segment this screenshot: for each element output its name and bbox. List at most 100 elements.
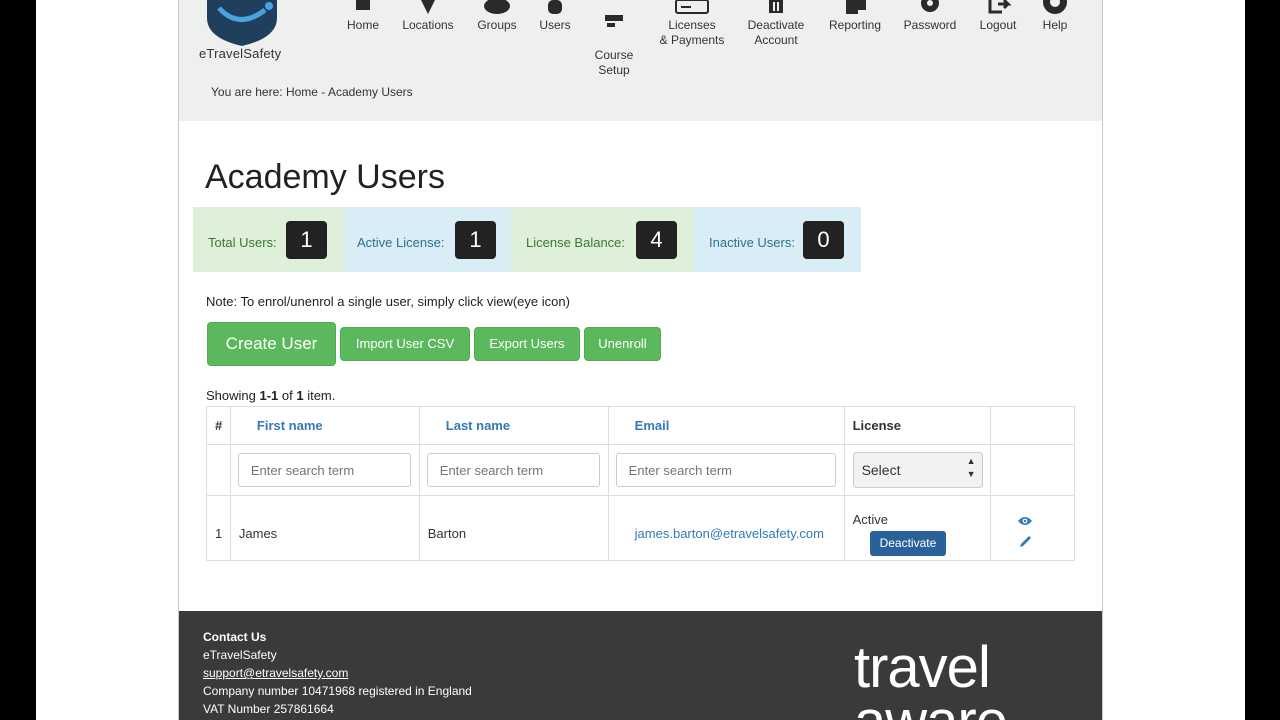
nav-label: Deactivate Account bbox=[747, 18, 805, 47]
nav-label: Logout bbox=[979, 18, 1017, 32]
edit-pencil-icon[interactable] bbox=[1017, 535, 1074, 552]
footer-vat-number: VAT Number 257861664 bbox=[203, 702, 334, 716]
trash-icon bbox=[769, 0, 783, 13]
stat-label: Active License: bbox=[357, 235, 445, 250]
nav-home[interactable]: Home bbox=[345, 0, 381, 33]
sort-email-link[interactable]: Email bbox=[635, 418, 670, 433]
sort-last-name-link[interactable]: Last name bbox=[446, 418, 510, 433]
nav-licenses-payments[interactable]: Licenses & Payments bbox=[657, 0, 727, 48]
nav-logout[interactable]: Logout bbox=[977, 0, 1019, 33]
stat-label: Inactive Users: bbox=[709, 235, 795, 250]
row-actions-cell bbox=[990, 495, 1075, 561]
export-users-button[interactable]: Export Users bbox=[474, 327, 580, 361]
deactivate-button[interactable]: Deactivate bbox=[869, 530, 947, 556]
row-number: 1 bbox=[206, 495, 231, 561]
left-letterbox bbox=[0, 0, 36, 720]
nav-locations[interactable]: Locations bbox=[401, 0, 455, 33]
gear-icon bbox=[921, 0, 939, 12]
summary-prefix: Showing bbox=[206, 388, 260, 403]
row-first-name: James bbox=[229, 495, 420, 561]
nav-deactivate-account[interactable]: Deactivate Account bbox=[745, 0, 807, 48]
nav-reporting[interactable]: Reporting bbox=[827, 0, 883, 33]
stat-value: 0 bbox=[803, 221, 844, 259]
lifebuoy-icon bbox=[1043, 0, 1067, 14]
filter-row: Select ▲▼ bbox=[206, 444, 1075, 496]
stat-inactive-users: Inactive Users: 0 bbox=[693, 207, 861, 272]
filter-cell bbox=[229, 444, 420, 496]
nav-label: Reporting bbox=[828, 18, 882, 32]
stat-label: Total Users: bbox=[208, 235, 277, 250]
logout-icon bbox=[988, 0, 1012, 14]
col-first-name[interactable]: First name bbox=[229, 406, 420, 445]
users-table: # First name Last name Email License Sel… bbox=[206, 406, 1075, 561]
table-row: 1 James Barton james.barton@etravelsafet… bbox=[206, 495, 1075, 561]
filter-cell-empty bbox=[990, 444, 1075, 496]
row-license-status: Active bbox=[852, 511, 888, 527]
create-user-button[interactable]: Create User bbox=[207, 322, 336, 366]
site-footer: Contact Us eTravelSafety support@etravel… bbox=[179, 611, 1102, 720]
nav-course-setup[interactable]: Course Setup bbox=[591, 0, 637, 93]
summary-total: 1 bbox=[296, 388, 304, 403]
credit-card-icon bbox=[675, 0, 709, 14]
first-name-search-input[interactable] bbox=[237, 453, 411, 487]
user-icon bbox=[548, 0, 562, 14]
view-eye-icon[interactable] bbox=[1017, 515, 1074, 530]
last-name-search-input[interactable] bbox=[426, 453, 600, 487]
brand-name: eTravelSafety bbox=[199, 46, 282, 61]
nav-users[interactable]: Users bbox=[537, 0, 573, 33]
course-icon bbox=[605, 15, 623, 27]
filter-cell bbox=[418, 444, 609, 496]
breadcrumb: You are here: Home - Academy Users bbox=[211, 85, 413, 99]
row-license-cell: Active Deactivate bbox=[843, 495, 992, 561]
results-summary: Showing 1-1 of 1 item. bbox=[206, 388, 335, 403]
home-icon bbox=[353, 0, 373, 10]
stat-label: License Balance: bbox=[526, 235, 626, 250]
filter-cell bbox=[607, 444, 845, 496]
select-arrows-icon: ▲ ▼ bbox=[966, 456, 976, 479]
stat-value: 4 bbox=[636, 221, 677, 259]
nav-label: Licenses & Payments bbox=[659, 18, 725, 47]
nav-groups[interactable]: Groups bbox=[475, 0, 519, 33]
stat-value: 1 bbox=[455, 221, 496, 259]
sort-first-name-link[interactable]: First name bbox=[257, 418, 323, 433]
stat-value: 1 bbox=[286, 221, 327, 259]
report-icon bbox=[846, 0, 866, 14]
stat-license-balance: License Balance: 4 bbox=[511, 207, 693, 272]
summary-suffix: item. bbox=[303, 388, 336, 403]
summary-range: 1-1 bbox=[259, 388, 279, 403]
footer-company-number: Company number 10471968 registered in En… bbox=[203, 684, 472, 698]
nav-label: Locations bbox=[402, 18, 454, 32]
nav-label: Password bbox=[903, 18, 957, 32]
map-pin-icon bbox=[421, 0, 435, 14]
page-title: Academy Users bbox=[205, 158, 445, 196]
enrol-note: Note: To enrol/unenrol a single user, si… bbox=[206, 294, 570, 309]
nav-label: Course Setup bbox=[594, 48, 634, 77]
group-icon bbox=[484, 0, 510, 14]
travel-aware-logo[interactable]: travel aware bbox=[854, 639, 1102, 720]
email-search-input[interactable] bbox=[615, 453, 836, 487]
stat-active-license: Active License: 1 bbox=[343, 207, 511, 272]
col-last-name[interactable]: Last name bbox=[418, 406, 609, 445]
license-filter-select[interactable]: Select ▲ ▼ bbox=[852, 452, 983, 488]
col-email[interactable]: Email bbox=[607, 406, 845, 445]
license-filter-value: Select bbox=[861, 462, 901, 478]
footer-company: eTravelSafety bbox=[203, 648, 277, 662]
nav-password[interactable]: Password bbox=[903, 0, 957, 33]
page-container: eTravelSafety Home Locations Groups User… bbox=[178, 0, 1103, 720]
site-header: eTravelSafety Home Locations Groups User… bbox=[179, 0, 1102, 121]
nav-help[interactable]: Help bbox=[1039, 0, 1071, 33]
table-header-row: # First name Last name Email License bbox=[206, 406, 1075, 445]
import-csv-button[interactable]: Import User CSV bbox=[340, 327, 470, 361]
nav-label: Users bbox=[539, 18, 571, 32]
nav-label: Groups bbox=[477, 18, 517, 32]
summary-of: of bbox=[278, 388, 297, 403]
row-last-name: Barton bbox=[418, 495, 609, 561]
row-email-link[interactable]: james.barton@etravelsafety.com bbox=[635, 526, 824, 541]
stat-total-users: Total Users: 1 bbox=[193, 207, 343, 272]
nav-label: Help bbox=[1042, 18, 1068, 32]
unenroll-button[interactable]: Unenroll bbox=[584, 327, 661, 361]
nav-label: Home bbox=[346, 18, 379, 32]
footer-support-email-link[interactable]: support@etravelsafety.com bbox=[203, 666, 348, 680]
col-number: # bbox=[206, 406, 231, 445]
row-email-cell: james.barton@etravelsafety.com bbox=[607, 495, 845, 561]
